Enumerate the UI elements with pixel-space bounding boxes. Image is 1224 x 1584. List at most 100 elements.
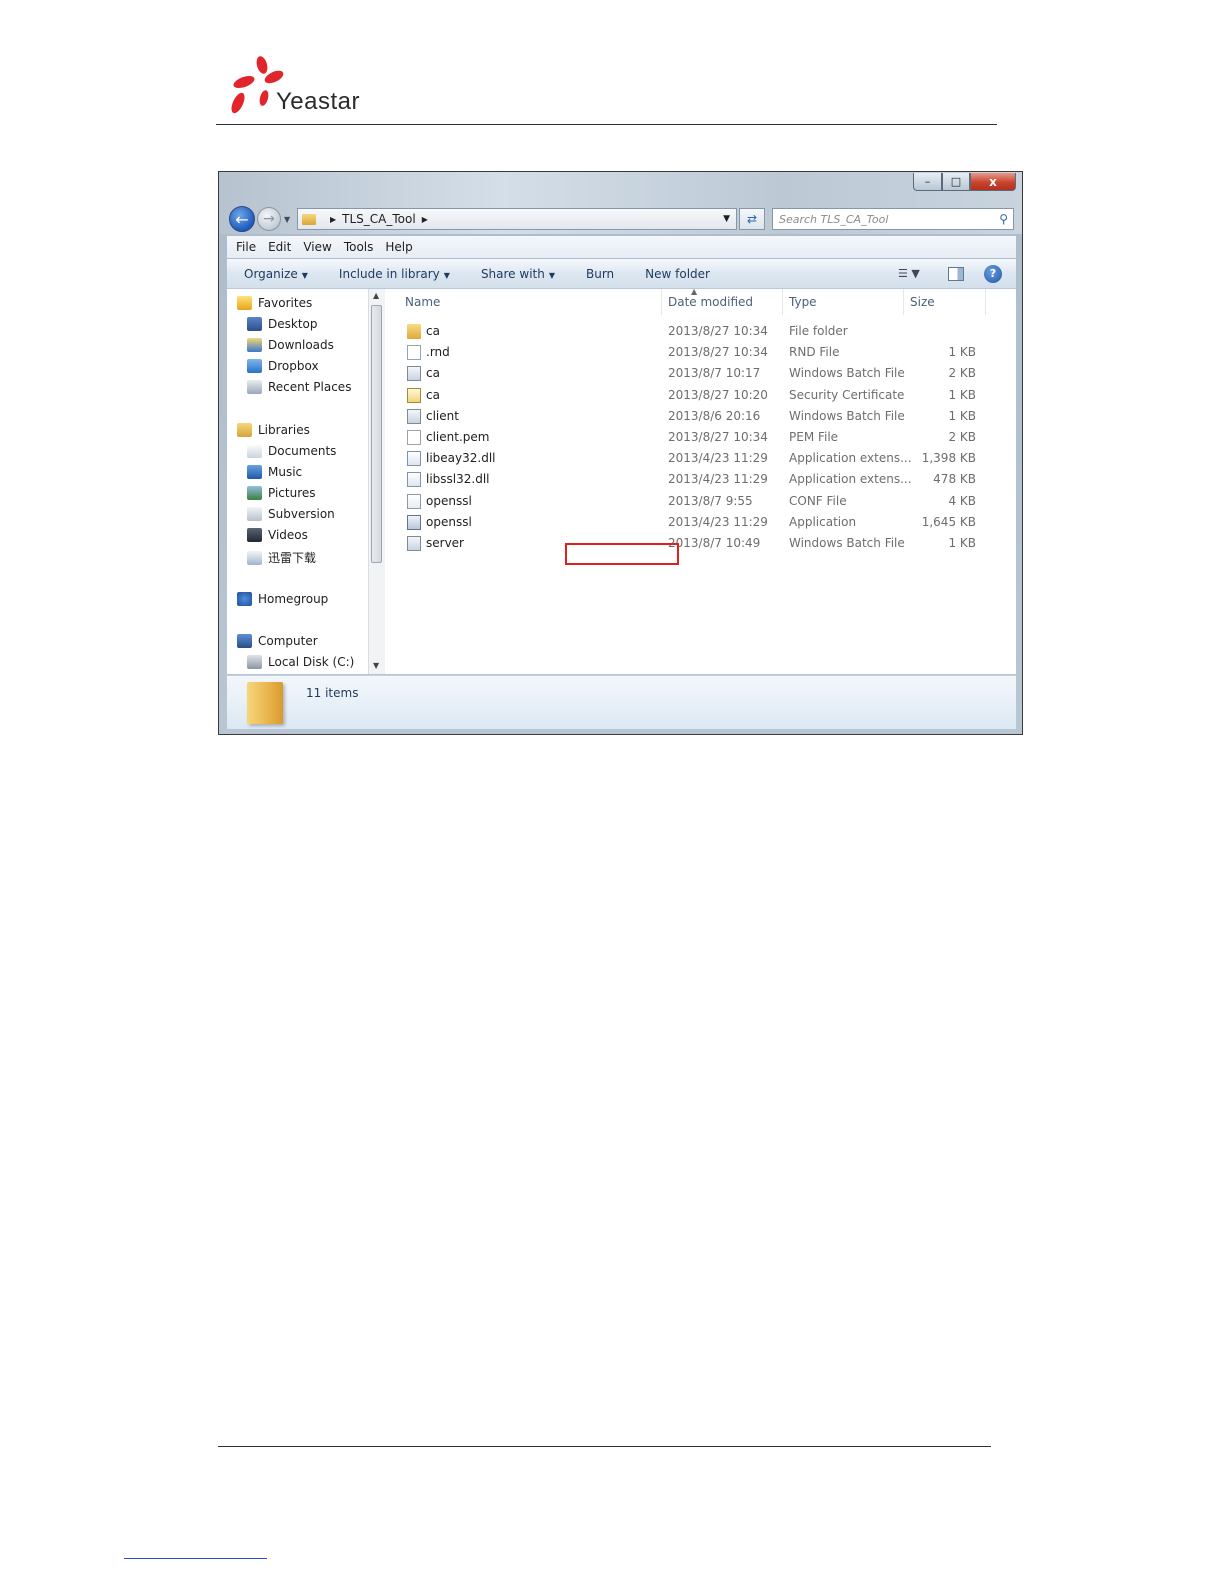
file-row[interactable]: client.pem 2013/8/27 10:34 PEM File 2 KB — [385, 427, 1016, 448]
breadcrumb-folder[interactable]: TLS_CA_Tool — [342, 212, 416, 226]
column-header-name[interactable]: Name — [405, 289, 440, 315]
file-name: libeay32.dll — [426, 451, 496, 466]
organize-label: Organize — [244, 266, 298, 281]
column-divider[interactable] — [782, 289, 783, 315]
share-with-label: Share with — [480, 266, 545, 281]
file-row[interactable]: ca 2013/8/27 10:20 Security Certificate 1 K… — [385, 385, 1016, 406]
chevron-down-icon[interactable]: ▼ — [723, 214, 730, 224]
nav-item-subversion[interactable]: Subversion — [247, 507, 335, 521]
change-view-button[interactable]: ☰ ▼ — [898, 267, 922, 281]
column-divider[interactable] — [985, 289, 986, 315]
file-list: ▲ Name Date modified Type Size ca 2013/8/… — [385, 287, 1016, 674]
nav-item-libraries[interactable]: Libraries — [237, 423, 310, 437]
recent-pages-dropdown[interactable]: ▼ — [284, 215, 290, 224]
file-size: 1,645 KB — [921, 514, 976, 529]
navigation-scrollbar[interactable]: ▲ ▼ — [368, 289, 385, 674]
nav-item-label: 迅雷下载 — [268, 551, 317, 565]
breadcrumb-separator-icon[interactable]: ▶ — [422, 215, 428, 224]
nav-item-label: Recent Places — [268, 380, 352, 394]
config-file-icon — [407, 493, 421, 509]
recent-places-icon — [247, 380, 262, 394]
nav-item-recent-places[interactable]: Recent Places — [247, 380, 351, 394]
nav-item-videos[interactable]: Videos — [247, 528, 308, 542]
column-divider[interactable] — [661, 289, 662, 315]
address-bar[interactable]: ▶ TLS_CA_Tool ▶ ▼ — [297, 208, 737, 230]
new-folder-button[interactable]: New folder — [645, 267, 710, 281]
minimize-button[interactable]: – — [913, 173, 942, 191]
nav-item-dropbox[interactable]: Dropbox — [247, 359, 319, 373]
explorer-window: – □ x ← → ▼ ▶ TLS_CA_Tool ▶ ▼ ⇄ Search T… — [218, 171, 1023, 735]
file-size: 4 KB — [948, 493, 976, 508]
folder-icon — [407, 324, 421, 339]
nav-item-computer[interactable]: Computer — [237, 634, 318, 648]
file-type: Application extens... — [789, 472, 912, 487]
file-name: ca — [426, 324, 440, 338]
menu-tools[interactable]: Tools — [344, 240, 374, 254]
share-with-button[interactable]: Share with ▼ — [481, 267, 555, 281]
pictures-icon — [247, 486, 262, 500]
file-type: Application — [789, 514, 857, 529]
local-disk-icon — [247, 655, 262, 669]
header-rule — [216, 124, 997, 125]
menu-edit[interactable]: Edit — [268, 240, 291, 254]
scroll-down-icon[interactable]: ▼ — [373, 661, 379, 670]
nav-item-label: Dropbox — [268, 359, 319, 373]
file-name: ca — [426, 366, 440, 381]
thunder-download-icon — [247, 550, 262, 565]
preview-pane-icon[interactable] — [948, 266, 964, 281]
nav-item-thunder-downloads[interactable]: 迅雷下载 — [247, 549, 316, 566]
file-date-modified: 2013/8/27 10:34 — [668, 324, 768, 338]
column-header-type[interactable]: Type — [789, 289, 817, 315]
nav-item-local-disk-c[interactable]: Local Disk (C:) — [247, 655, 354, 669]
help-icon[interactable]: ? — [984, 264, 1002, 283]
nav-item-documents[interactable]: Documents — [247, 444, 336, 458]
nav-item-label: Libraries — [258, 423, 310, 437]
file-row[interactable]: ca 2013/8/7 10:17 Windows Batch File 2 KB — [385, 363, 1016, 384]
file-type: Windows Batch File — [789, 408, 905, 423]
breadcrumb-separator-icon[interactable]: ▶ — [330, 215, 336, 224]
nav-item-label: Pictures — [268, 486, 316, 500]
nav-item-pictures[interactable]: Pictures — [247, 486, 316, 500]
file-row[interactable]: openssl 2013/4/23 11:29 Application 1,645 K… — [385, 512, 1016, 533]
search-icon[interactable]: ⚲ — [999, 212, 1008, 226]
nav-item-label: Downloads — [268, 338, 334, 352]
include-in-library-button[interactable]: Include in library ▼ — [339, 267, 450, 281]
nav-item-label: Music — [268, 465, 303, 479]
close-button[interactable]: x — [970, 173, 1016, 191]
file-row[interactable]: client 2013/8/6 20:16 Windows Batch File 1 … — [385, 406, 1016, 427]
column-header-size[interactable]: Size — [910, 289, 935, 315]
file-row[interactable]: libssl32.dll 2013/4/23 11:29 Application e… — [385, 469, 1016, 490]
file-date-modified: 2013/8/27 10:34 — [668, 430, 768, 444]
organize-button[interactable]: Organize ▼ — [244, 267, 308, 281]
nav-item-music[interactable]: Music — [247, 465, 302, 479]
forward-button[interactable]: → — [257, 207, 281, 231]
file-type: RND File — [789, 345, 840, 360]
menu-view[interactable]: View — [303, 240, 331, 254]
menu-help[interactable]: Help — [385, 240, 412, 254]
file-size: 1 KB — [948, 536, 976, 550]
file-row[interactable]: server 2013/8/7 10:49 Windows Batch File 1 … — [385, 533, 1016, 554]
back-button[interactable]: ← — [229, 206, 255, 232]
file-row[interactable]: .rnd 2013/8/27 10:34 RND File 1 KB — [385, 342, 1016, 363]
burn-button[interactable]: Burn — [586, 267, 614, 281]
application-icon — [407, 514, 421, 530]
scroll-up-icon[interactable]: ▲ — [373, 291, 379, 300]
computer-icon — [237, 634, 252, 648]
file-row[interactable]: ca 2013/8/27 10:34 File folder — [385, 321, 1016, 342]
nav-item-label: Subversion — [268, 507, 335, 521]
file-size: 2 KB — [948, 430, 976, 444]
file-row[interactable]: libeay32.dll 2013/4/23 11:29 Application e… — [385, 448, 1016, 469]
refresh-button[interactable]: ⇄ — [739, 208, 765, 230]
column-header-date-modified[interactable]: Date modified — [668, 289, 753, 315]
maximize-button[interactable]: □ — [942, 173, 970, 191]
nav-item-favorites[interactable]: Favorites — [237, 296, 312, 310]
file-date-modified: 2013/8/27 10:34 — [668, 345, 768, 360]
column-divider[interactable] — [903, 289, 904, 315]
search-input[interactable]: Search TLS_CA_Tool ⚲ — [772, 208, 1014, 230]
menu-file[interactable]: File — [236, 240, 256, 254]
nav-item-homegroup[interactable]: Homegroup — [237, 592, 328, 606]
file-row[interactable]: openssl 2013/8/7 9:55 CONF File 4 KB — [385, 491, 1016, 512]
scrollbar-thumb[interactable] — [371, 305, 382, 563]
nav-item-desktop[interactable]: Desktop — [247, 317, 318, 331]
nav-item-downloads[interactable]: Downloads — [247, 338, 334, 352]
